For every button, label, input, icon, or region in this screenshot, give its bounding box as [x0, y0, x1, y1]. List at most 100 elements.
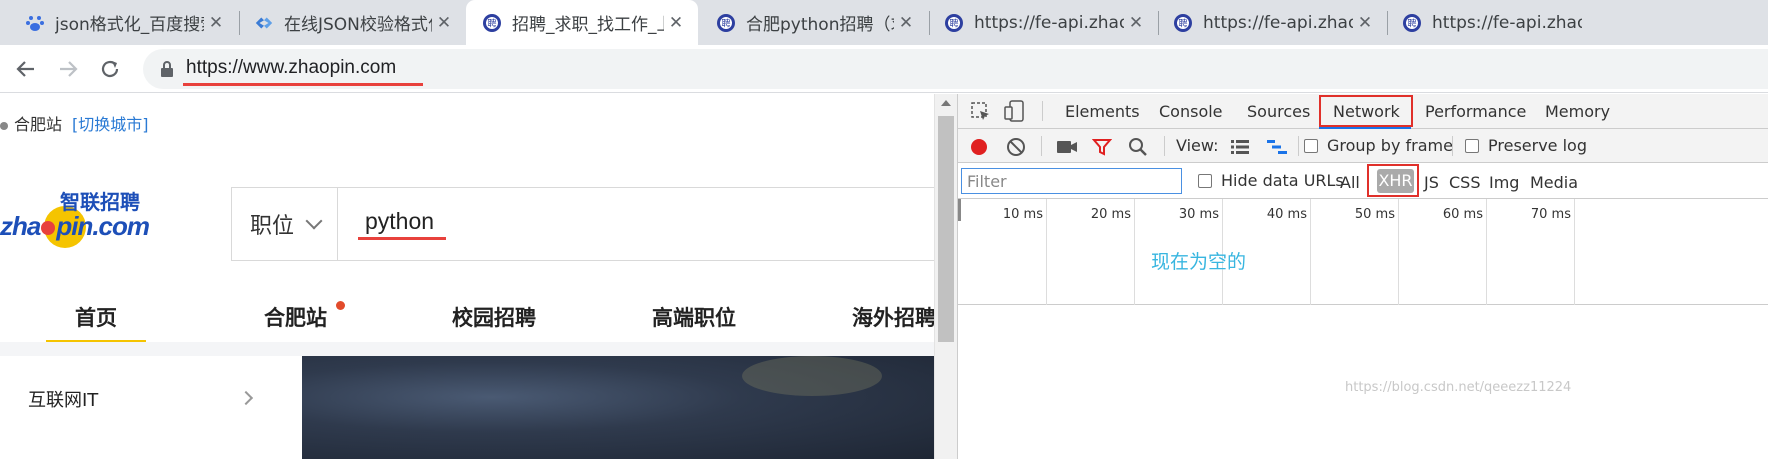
- baidu-paw-icon: [25, 13, 45, 33]
- nav-overseas[interactable]: 海外招聘: [852, 302, 936, 332]
- tab-fe-api-1[interactable]: 聘 https://fe-api.zhaopin.com ✕: [930, 0, 1158, 45]
- forward-button[interactable]: [54, 55, 82, 83]
- job-search-box: 职位 python: [231, 187, 951, 261]
- svg-text:聘: 聘: [949, 17, 958, 29]
- svg-text:聘: 聘: [1407, 17, 1416, 29]
- nav-senior[interactable]: 高端职位: [652, 302, 736, 332]
- camera-icon[interactable]: [1056, 138, 1078, 156]
- tab-title: 在线JSON校验格式化工具: [284, 15, 432, 35]
- nav-hefei-station[interactable]: 合肥站: [264, 302, 327, 332]
- tab-performance[interactable]: Performance: [1425, 102, 1526, 121]
- back-button[interactable]: [12, 55, 40, 83]
- timeline-left-handle[interactable]: [958, 199, 961, 221]
- group-by-frame-checkbox[interactable]: [1304, 139, 1318, 153]
- nav-home[interactable]: 首页: [46, 302, 146, 345]
- switch-city-link[interactable]: [切换城市]: [72, 115, 149, 134]
- job-category-list: 互联网IT: [0, 356, 289, 459]
- scrollbar-thumb[interactable]: [938, 116, 954, 342]
- close-icon[interactable]: ✕: [1353, 13, 1377, 33]
- keyword-red-underline: [358, 237, 446, 240]
- logo-en-a: zha: [0, 211, 41, 241]
- svg-text:聘: 聘: [721, 17, 730, 29]
- tab-title: https://fe-api.zhaopin.com: [974, 12, 1124, 33]
- toolbar-divider: [1298, 136, 1299, 156]
- search-input[interactable]: python: [365, 208, 434, 235]
- tab-memory[interactable]: Memory: [1545, 102, 1610, 121]
- network-filter-bar: Filter Hide data URLs All XHR JS CSS Img…: [958, 163, 1768, 199]
- csdn-watermark: https://blog.csdn.net/qeeezz11224: [1345, 380, 1572, 395]
- view-label: View:: [1176, 136, 1219, 155]
- address-bar[interactable]: https://www.zhaopin.com: [143, 49, 1768, 89]
- search-category-label: 职位: [250, 214, 295, 239]
- preserve-log-checkbox[interactable]: [1465, 139, 1479, 153]
- tab-baidu[interactable]: json格式化_百度搜索 ✕: [0, 0, 238, 45]
- device-toolbar-icon[interactable]: [1004, 100, 1026, 122]
- network-tab-highlight: [1319, 95, 1413, 127]
- zhaopin-icon: 聘: [482, 13, 502, 33]
- list-view-icon[interactable]: [1230, 138, 1250, 156]
- waterfall-view-icon[interactable]: [1266, 138, 1288, 156]
- search-category-select[interactable]: 职位: [232, 188, 338, 260]
- close-icon[interactable]: ✕: [432, 13, 456, 33]
- logo-ball-icon: [41, 221, 56, 236]
- category-item[interactable]: 互联网IT: [28, 386, 98, 412]
- clear-icon[interactable]: [1006, 137, 1026, 157]
- tab-zhaopin-home[interactable]: 聘 招聘_求职_找工作_上智联招聘 ✕: [466, 0, 698, 45]
- group-by-frame-label: Group by frame: [1327, 136, 1453, 155]
- timeline-tick-label: 10 ms: [1002, 207, 1043, 222]
- tab-elements[interactable]: Elements: [1065, 102, 1140, 121]
- type-filter-js[interactable]: JS: [1424, 173, 1439, 192]
- type-filter-css[interactable]: CSS: [1449, 173, 1480, 192]
- logo-en-text: zha pin.com: [0, 211, 150, 242]
- inspect-element-icon[interactable]: [971, 102, 991, 122]
- zhaopin-icon: 聘: [716, 13, 736, 33]
- forward-arrow-icon: [60, 61, 78, 77]
- page-scrollbar[interactable]: [934, 94, 957, 459]
- filter-input[interactable]: Filter: [961, 168, 1182, 194]
- close-icon[interactable]: ✕: [664, 13, 688, 33]
- tab-title: 合肥python招聘（求职）: [746, 15, 894, 35]
- diamond-icon: [254, 13, 274, 33]
- tab-json-validator[interactable]: 在线JSON校验格式化工具 ✕: [240, 0, 466, 45]
- timeline-tick-label: 20 ms: [1090, 207, 1131, 222]
- preserve-log-label: Preserve log: [1488, 136, 1587, 155]
- type-filter-img[interactable]: Img: [1489, 173, 1519, 192]
- tab-sources[interactable]: Sources: [1247, 102, 1310, 121]
- svg-text:聘: 聘: [1178, 17, 1187, 29]
- promo-banner[interactable]: [302, 356, 934, 459]
- hide-data-urls-label: Hide data URLs: [1221, 171, 1344, 190]
- type-filter-all[interactable]: All: [1340, 173, 1360, 192]
- zhaopin-logo[interactable]: 智联招聘 zha pin.com: [0, 189, 160, 259]
- close-icon[interactable]: ✕: [204, 13, 228, 33]
- timeline-gridline: [1310, 199, 1311, 305]
- network-timeline-overview[interactable]: 10 ms 20 ms 30 ms 40 ms 50 ms 60 ms 70 m…: [958, 199, 1768, 305]
- close-icon[interactable]: ✕: [894, 13, 918, 33]
- tab-fe-api-3[interactable]: 聘 https://fe-api.zhaopin.com: [1388, 0, 1768, 45]
- new-badge-dot: [336, 301, 345, 310]
- filter-funnel-icon[interactable]: [1092, 137, 1112, 157]
- record-icon[interactable]: [969, 137, 989, 157]
- close-icon[interactable]: ✕: [1124, 13, 1148, 33]
- toolbar-divider: [1164, 136, 1165, 156]
- tab-console[interactable]: Console: [1159, 102, 1223, 121]
- tab-title: https://fe-api.zhaopin.com: [1203, 12, 1353, 33]
- hide-data-urls-checkbox[interactable]: [1198, 174, 1212, 188]
- network-toolbar: View: Group by frame Preserve log: [958, 129, 1768, 163]
- tab-hefei-python[interactable]: 聘 合肥python招聘（求职） ✕: [698, 0, 928, 45]
- reload-button[interactable]: [96, 55, 124, 83]
- type-filter-media[interactable]: Media: [1530, 173, 1578, 192]
- timeline-tick-label: 70 ms: [1530, 207, 1571, 222]
- zhaopin-icon: 聘: [1402, 13, 1422, 33]
- scroll-up-icon[interactable]: [941, 100, 951, 106]
- timeline-gridline: [1486, 199, 1487, 305]
- chevron-down-icon: [305, 212, 323, 230]
- timeline-tick-label: 50 ms: [1354, 207, 1395, 222]
- tab-fe-api-2[interactable]: 聘 https://fe-api.zhaopin.com ✕: [1159, 0, 1387, 45]
- reload-icon: [101, 60, 119, 78]
- zhaopin-icon: 聘: [944, 13, 964, 33]
- lock-icon: [161, 61, 173, 77]
- timeline-tick-label: 40 ms: [1266, 207, 1307, 222]
- web-page-viewport: 合肥站 [切换城市] 智联招聘 zha pin.com 职位 python 首页 合…: [0, 94, 957, 459]
- nav-campus[interactable]: 校园招聘: [452, 302, 536, 332]
- search-icon[interactable]: [1128, 137, 1148, 157]
